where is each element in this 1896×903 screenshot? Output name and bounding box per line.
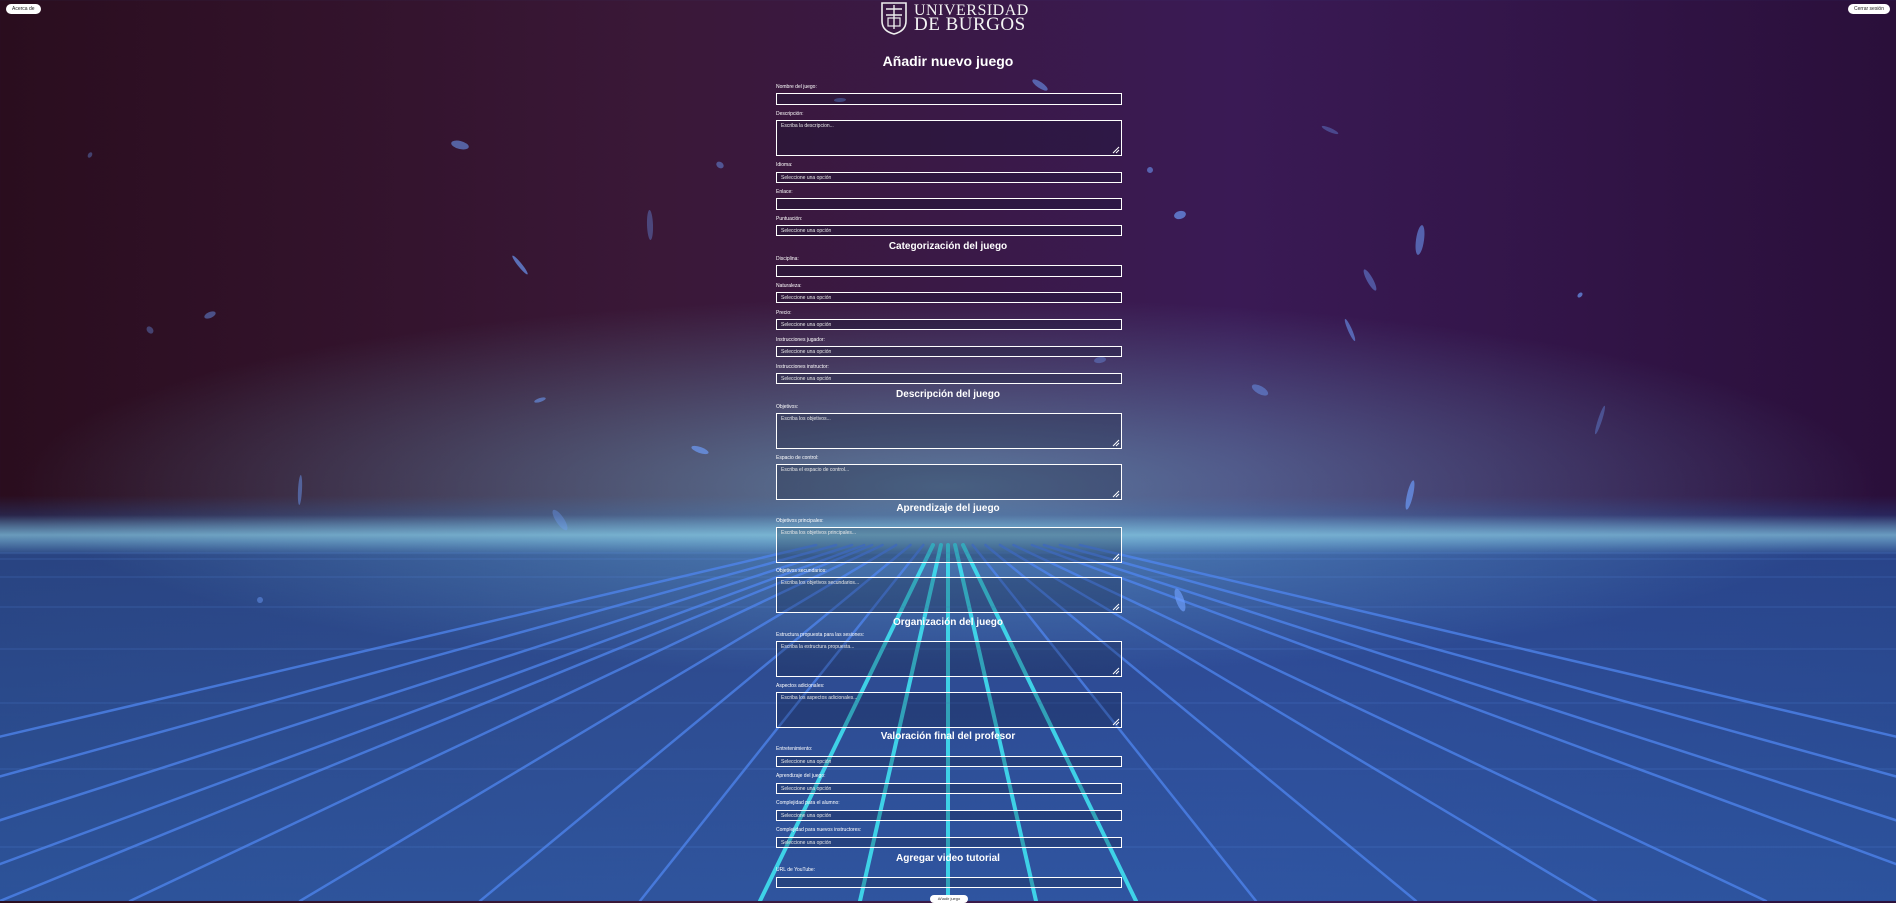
light-particle	[146, 326, 154, 334]
objetivos-textarea[interactable]: Escriba los objetivos...	[776, 413, 1122, 449]
espacio-textarea[interactable]: Escriba el espacio de control...	[776, 464, 1122, 500]
precio-select[interactable]: Seleccione una opción	[776, 319, 1122, 330]
estructura-placeholder: Escriba la estructura propuesta...	[781, 644, 855, 650]
light-particle	[1363, 269, 1377, 291]
add-game-button[interactable]: Añadir juego	[930, 895, 968, 903]
grid-line	[128, 543, 884, 901]
university-logo[interactable]: UNIVERSIDAD DE BURGOS	[880, 0, 1029, 36]
label-aspectos: Aspectos adicionales:	[776, 683, 825, 689]
section-valoracion: Valoración final del profesor	[880, 731, 1016, 742]
label-espacio: Espacio de control:	[776, 455, 819, 461]
espacio-placeholder: Escriba el espacio de control...	[781, 467, 850, 473]
light-particle	[1094, 356, 1106, 364]
label-descripcion: Descripción:	[776, 111, 804, 117]
light-particle	[646, 210, 654, 240]
light-particle	[691, 445, 709, 455]
obj-principales-placeholder: Escriba los objetivos principales...	[781, 530, 857, 536]
puntuacion-select[interactable]: Seleccione una opción	[776, 225, 1122, 236]
light-particle	[1594, 405, 1606, 435]
label-obj-principales: Objetivos principales:	[776, 518, 824, 524]
section-descripcion: Descripción del juego	[896, 389, 1000, 400]
resize-handle-icon[interactable]	[1112, 490, 1120, 498]
light-particle	[512, 255, 528, 275]
idioma-select[interactable]: Seleccione una opción	[776, 172, 1122, 183]
complejidad-instructores-select[interactable]: Seleccione una opción	[776, 837, 1122, 848]
aprendizaje-select[interactable]: Seleccione una opción	[776, 783, 1122, 794]
label-aprendizaje: Aprendizaje del juego:	[776, 773, 826, 779]
aspectos-textarea[interactable]: Escriba los aspectos adicionales...	[776, 692, 1122, 728]
instr-jugador-select[interactable]: Seleccione una opción	[776, 346, 1122, 357]
enlace-input[interactable]	[776, 198, 1122, 210]
label-obj-secundarios: Objetivos secundarios:	[776, 568, 827, 574]
light-particle	[1321, 125, 1339, 135]
obj-principales-textarea[interactable]: Escriba los objetivos principales...	[776, 527, 1122, 563]
resize-handle-icon[interactable]	[1112, 603, 1120, 611]
resize-handle-icon[interactable]	[1112, 439, 1120, 447]
section-aprendizaje: Aprendizaje del juego	[896, 503, 1000, 514]
descripcion-placeholder: Escriba la descripcion...	[781, 123, 834, 129]
light-particle	[87, 152, 93, 158]
instr-instructor-select[interactable]: Seleccione una opción	[776, 373, 1122, 384]
grid-line	[1012, 543, 1768, 901]
grid-line	[1058, 543, 1896, 778]
label-instr-jugador: Instrucciones jugador:	[776, 337, 825, 343]
label-disciplina: Disciplina:	[776, 256, 799, 262]
label-nombre: Nombre del juego:	[776, 84, 817, 90]
light-particle	[451, 140, 469, 150]
entretenimiento-select[interactable]: Seleccione una opción	[776, 756, 1122, 767]
resize-handle-icon[interactable]	[1112, 553, 1120, 561]
light-particle	[716, 161, 724, 169]
grid-line	[1042, 543, 1896, 822]
label-idioma: Idioma:	[776, 162, 793, 168]
aspectos-placeholder: Escriba los aspectos adicionales...	[781, 695, 858, 701]
label-naturaleza: Naturaleza:	[776, 283, 802, 289]
complejidad-alumno-select[interactable]: Seleccione una opción	[776, 810, 1122, 821]
light-particle	[204, 311, 216, 319]
logout-button[interactable]: Cerrar sesión	[1847, 4, 1890, 14]
label-puntuacion: Puntuación:	[776, 216, 803, 222]
section-categorizacion: Categorización del juego	[888, 241, 1008, 252]
label-instr-instructor: Instrucciones instructor:	[776, 364, 829, 370]
descripcion-textarea[interactable]: Escriba la descripcion...	[776, 120, 1122, 156]
label-entretenimiento: Entretenimiento:	[776, 746, 813, 752]
light-particle	[1577, 292, 1583, 298]
obj-secundarios-placeholder: Escriba los objetivos secundarios...	[781, 580, 860, 586]
section-organizacion: Organización del juego	[892, 617, 1003, 628]
disciplina-input[interactable]	[776, 265, 1122, 277]
light-particle	[297, 475, 303, 505]
grid-line	[0, 543, 874, 901]
label-objetivos: Objetivos:	[776, 404, 799, 410]
logo-line-2: DE BURGOS	[914, 14, 1026, 35]
resize-handle-icon[interactable]	[1112, 667, 1120, 675]
light-particle	[257, 597, 263, 603]
label-estructura: Estructura propuesta para las sesiones:	[776, 632, 865, 638]
estructura-textarea[interactable]: Escriba la estructura propuesta...	[776, 641, 1122, 677]
light-particle	[1344, 319, 1356, 341]
label-url-youtube: URL de YouTube:	[776, 867, 816, 873]
naturaleza-select[interactable]: Seleccione una opción	[776, 292, 1122, 303]
university-crest-icon	[881, 2, 907, 35]
about-button[interactable]: Acerca de	[6, 4, 41, 14]
light-particle	[1174, 210, 1186, 220]
obj-secundarios-textarea[interactable]: Escriba los objetivos secundarios...	[776, 577, 1122, 613]
objetivos-placeholder: Escriba los objetivos...	[781, 416, 831, 422]
url-youtube-input[interactable]	[776, 877, 1122, 888]
light-particle	[1147, 167, 1153, 173]
label-complejidad-instructores: Complejidad para nuevos instructores:	[776, 827, 862, 833]
resize-handle-icon[interactable]	[1112, 146, 1120, 154]
label-enlace: Enlace:	[776, 189, 793, 195]
light-particle	[1032, 79, 1048, 91]
page-title: Añadir nuevo juego	[882, 53, 1014, 69]
resize-handle-icon[interactable]	[1112, 718, 1120, 726]
nombre-input[interactable]	[776, 93, 1122, 105]
label-precio: Precio:	[776, 310, 792, 316]
grid-line	[1030, 543, 1896, 866]
label-complejidad-alumno: Complejidad para el alumno:	[776, 800, 840, 806]
grid-line	[0, 543, 838, 778]
section-video: Agregar video tutorial	[896, 853, 1000, 864]
